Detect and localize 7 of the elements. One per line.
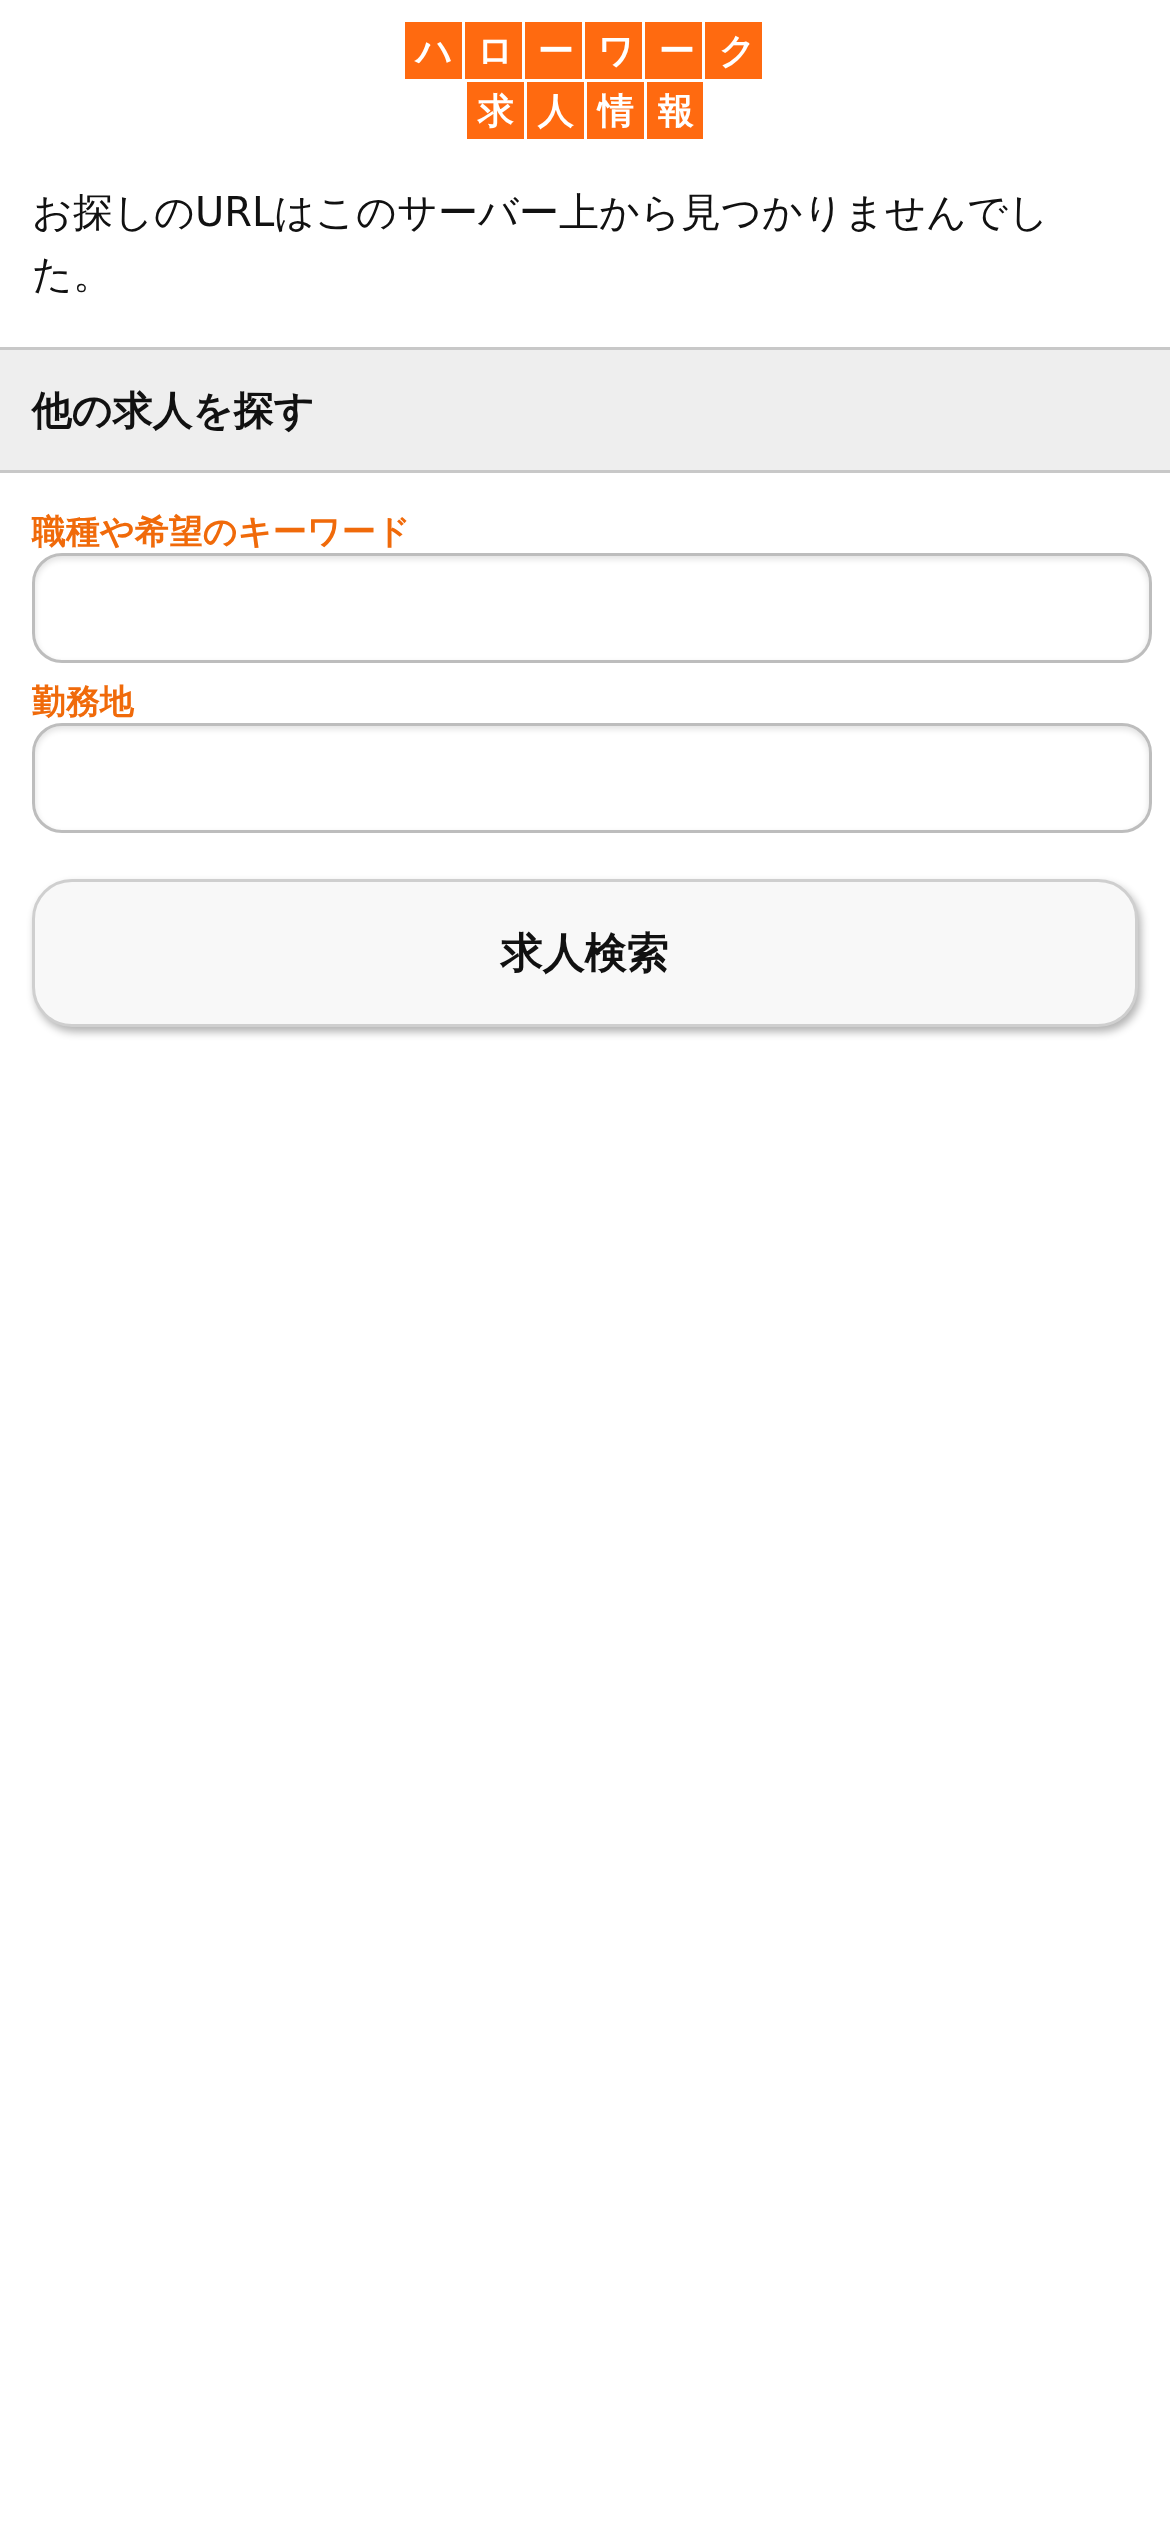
input-field[interactable] <box>32 723 1152 833</box>
section-heading: 他の求人を探す <box>0 347 1170 473</box>
field-label: 職種や希望のキーワード <box>32 510 412 553</box>
input-field[interactable] <box>32 553 1152 663</box>
field-label: 勤務地 <box>32 680 135 723</box>
search-button[interactable]: 求人検索 <box>32 879 1138 1027</box>
error-message: お探しのURLはこのサーバー上から見つかりませんでした。 <box>32 188 1051 299</box>
